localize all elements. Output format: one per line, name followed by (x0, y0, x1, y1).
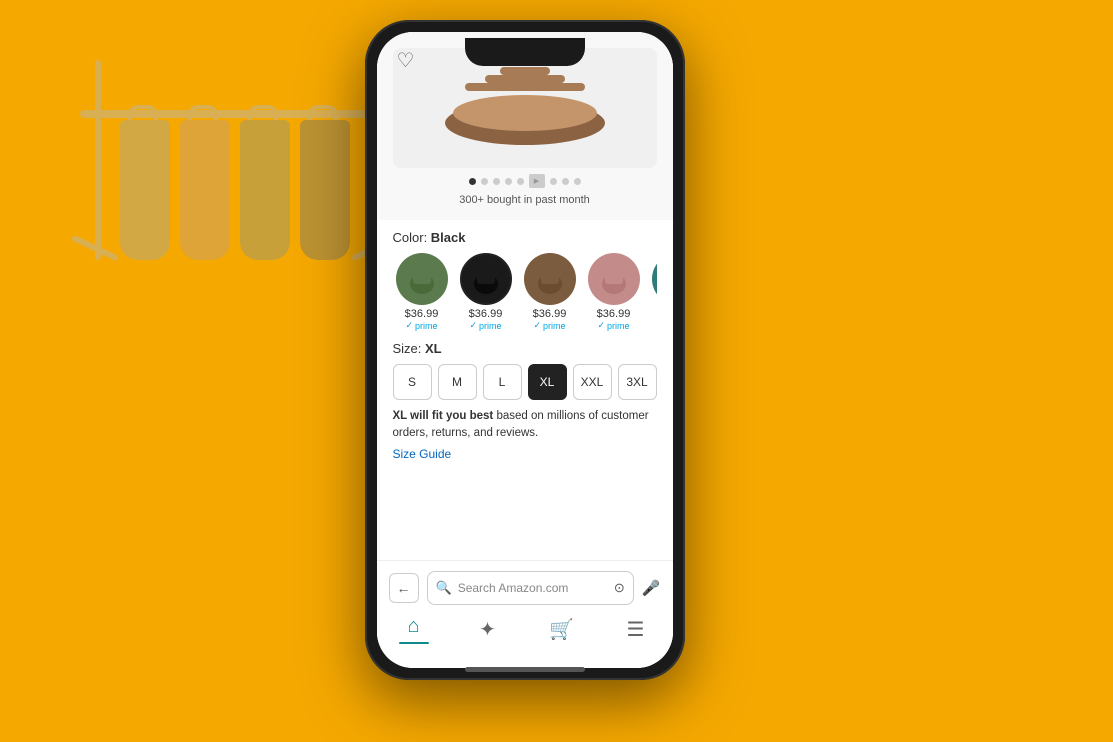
search-placeholder: Search Amazon.com (458, 581, 608, 595)
size-label: Size: XL (393, 341, 657, 356)
bottom-bar: ← 🔍 Search Amazon.com ⊙ 🎤 ⌂ (377, 560, 673, 669)
prime-badge-black: ✓prime (457, 320, 515, 331)
screen-content: ♡ (377, 32, 673, 668)
cart-icon: 🛒 (549, 617, 574, 642)
product-sandal-svg (435, 63, 615, 153)
phone-screen: ♡ (377, 32, 673, 668)
dot-6 (550, 178, 557, 185)
nav-tab-cart[interactable]: 🛒 (525, 617, 599, 642)
color-swatch-teal[interactable]: $36 ✓prime (649, 253, 657, 331)
swatch-price-pink: $36.99 (585, 308, 643, 320)
dot-7 (562, 178, 569, 185)
size-btn-xxl[interactable]: XXL (573, 364, 612, 400)
clothing-item-3 (240, 120, 290, 260)
color-swatch-brown[interactable]: $36.99 ✓prime (521, 253, 579, 331)
size-btn-s[interactable]: S (393, 364, 432, 400)
back-button[interactable]: ← (389, 573, 419, 603)
size-btn-l[interactable]: L (483, 364, 522, 400)
home-underline (399, 642, 429, 645)
scene: ♡ (0, 0, 1113, 742)
dot-2 (481, 178, 488, 185)
color-swatch-green[interactable]: $36.99 ✓prime (393, 253, 451, 331)
wishlist-icon[interactable]: ♡ (397, 48, 415, 73)
swatch-img-black (460, 253, 512, 305)
swatch-price-teal: $36 (649, 308, 657, 320)
search-input[interactable]: 🔍 Search Amazon.com ⊙ (427, 571, 634, 605)
size-guide-link[interactable]: Size Guide (393, 447, 657, 461)
nav-tab-inspire[interactable]: ✦ (451, 617, 525, 642)
inspire-icon: ✦ (479, 617, 496, 642)
mic-icon[interactable]: 🎤 (642, 579, 661, 597)
search-icon: 🔍 (436, 580, 452, 596)
prime-badge-brown: ✓prime (521, 320, 579, 331)
home-indicator (465, 667, 585, 672)
color-swatches[interactable]: $36.99 ✓prime $36.99 ✓prime (393, 253, 657, 331)
swatch-price-brown: $36.99 (521, 308, 579, 320)
size-section: Size: XL S M L XL XXL 3XL XL (393, 341, 657, 461)
menu-icon: ☰ (627, 617, 645, 642)
camera-icon[interactable]: ⊙ (614, 580, 625, 596)
color-swatch-pink[interactable]: $36.99 ✓prime (585, 253, 643, 331)
bought-badge: 300+ bought in past month (393, 194, 657, 212)
swatch-img-green (396, 253, 448, 305)
size-value: XL (425, 341, 442, 356)
nav-tabs: ⌂ ✦ 🛒 ☰ (377, 609, 673, 645)
dot-5 (517, 178, 524, 185)
color-section: Color: Black $36.99 ✓prime (393, 230, 657, 331)
dot-4 (505, 178, 512, 185)
size-btn-3xl[interactable]: 3XL (618, 364, 657, 400)
dot-3 (493, 178, 500, 185)
swatch-price-green: $36.99 (393, 308, 451, 320)
phone-notch (465, 38, 585, 66)
nav-tab-home[interactable]: ⌂ (377, 615, 451, 645)
swatch-price-black: $36.99 (457, 308, 515, 320)
swatch-img-pink (588, 253, 640, 305)
clothing-item-1 (120, 120, 170, 260)
dot-indicators: ▶ (393, 168, 657, 194)
nav-tab-menu[interactable]: ☰ (599, 617, 673, 642)
clothing-rack (60, 60, 410, 660)
phone-body: ♡ (365, 20, 685, 680)
dot-8 (574, 178, 581, 185)
phone: ♡ (365, 20, 685, 680)
prime-badge-teal: ✓prime (649, 320, 657, 331)
product-image (393, 48, 657, 168)
dot-play: ▶ (529, 174, 545, 188)
clothing-item-2 (180, 120, 230, 260)
size-recommendation: XL will fit you best based on millions o… (393, 408, 657, 443)
prime-badge-pink: ✓prime (585, 320, 643, 331)
size-grid: S M L XL XXL 3XL (393, 364, 657, 400)
product-details: Color: Black $36.99 ✓prime (377, 220, 673, 560)
clothing-item-4 (300, 120, 350, 260)
prime-badge-green: ✓prime (393, 320, 451, 331)
rack-pole-left (95, 60, 101, 260)
color-swatch-black[interactable]: $36.99 ✓prime (457, 253, 515, 331)
swatch-img-teal (652, 253, 657, 305)
dot-1 (469, 178, 476, 185)
size-btn-xl[interactable]: XL (528, 364, 567, 400)
swatch-img-brown (524, 253, 576, 305)
color-value: Black (431, 230, 466, 245)
search-bar-row: ← 🔍 Search Amazon.com ⊙ 🎤 (377, 567, 673, 609)
size-btn-m[interactable]: M (438, 364, 477, 400)
color-label: Color: Black (393, 230, 657, 245)
home-icon: ⌂ (407, 615, 419, 638)
